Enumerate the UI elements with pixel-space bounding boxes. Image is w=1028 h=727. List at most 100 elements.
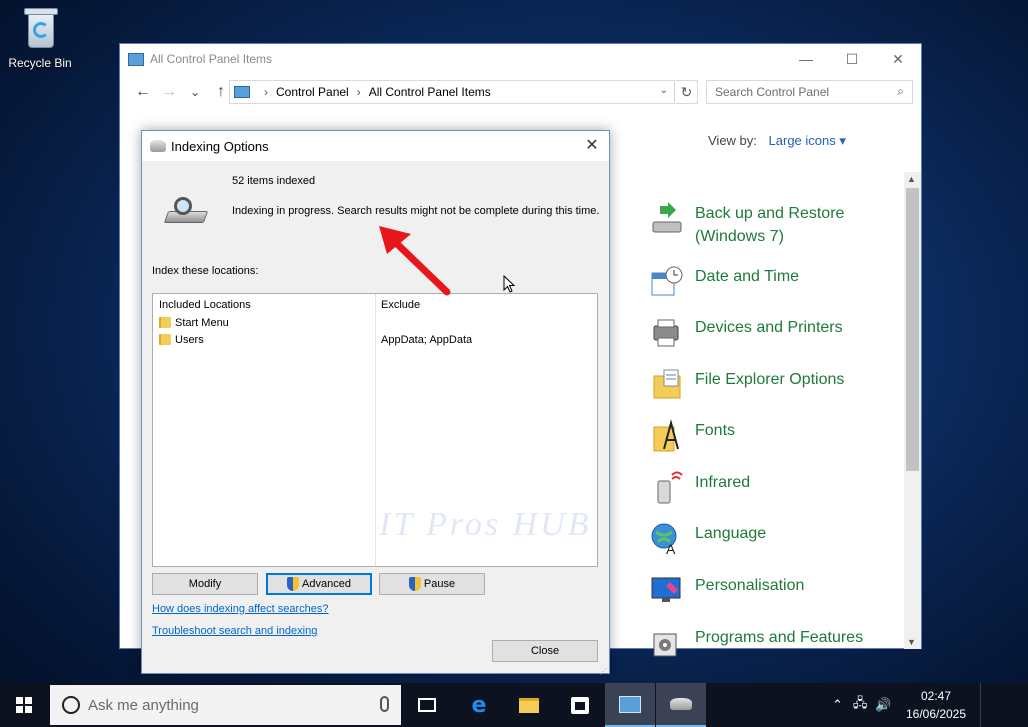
volume-icon[interactable]: 🔊: [875, 697, 891, 713]
advanced-button[interactable]: Advanced: [266, 573, 372, 595]
search-placeholder: Search Control Panel: [715, 85, 830, 99]
show-desktop-button[interactable]: [980, 683, 1028, 727]
cp-item-language[interactable]: A Language: [650, 522, 900, 556]
breadcrumb-chevron-icon: ›: [356, 85, 361, 99]
view-by-dropdown[interactable]: Large icons ▾: [769, 133, 846, 148]
view-by-label: View by:: [708, 133, 757, 148]
cp-item-personalisation[interactable]: Personalisation: [650, 574, 900, 608]
table-row[interactable]: Start Menu: [153, 315, 597, 332]
pause-label: Pause: [423, 578, 456, 590]
uac-shield-icon: [287, 577, 300, 591]
address-bar[interactable]: › Control Panel › All Control Panel Item…: [229, 80, 675, 104]
cortana-icon: [62, 696, 80, 714]
date-time-icon: [651, 266, 683, 296]
clock-date: 16/06/2025: [905, 707, 967, 721]
row-location: Users: [175, 334, 204, 346]
taskbar-search-placeholder: Ask me anything: [88, 696, 199, 714]
close-dialog-button[interactable]: Close: [492, 640, 598, 662]
windows-logo-icon: [16, 697, 32, 713]
breadcrumb-control-panel[interactable]: Control Panel: [276, 85, 349, 99]
close-button[interactable]: ✕: [875, 44, 921, 74]
file-explorer-options-icon: [653, 369, 681, 399]
network-icon[interactable]: 🖧: [853, 694, 868, 716]
cp-item-date-time[interactable]: Date and Time: [650, 265, 900, 299]
address-dropdown-icon[interactable]: ⌄: [660, 85, 668, 96]
indexing-status-text: Indexing in progress. Search results mig…: [232, 205, 600, 217]
search-control-panel-input[interactable]: Search Control Panel ⌕: [706, 80, 913, 104]
indexing-options-taskbar-button[interactable]: [656, 683, 706, 727]
taskbar-search-box[interactable]: Ask me anything: [50, 685, 401, 725]
column-included-locations[interactable]: Included Locations: [159, 299, 251, 311]
control-panel-taskbar-button[interactable]: [605, 683, 655, 727]
index-locations-label: Index these locations:: [152, 265, 259, 277]
breadcrumb-chevron-icon: ›: [264, 85, 268, 99]
svg-text:A: A: [666, 541, 676, 556]
control-panel-address-icon: [234, 86, 250, 98]
locations-list[interactable]: Included Locations Exclude Start Menu Us…: [152, 293, 598, 567]
cp-item-label: File Explorer Options: [695, 371, 845, 388]
folder-icon: [159, 334, 171, 345]
cp-item-backup-restore[interactable]: Back up and Restore (Windows 7): [650, 202, 900, 248]
table-row[interactable]: Users AppData; AppData: [153, 332, 597, 349]
column-exclude[interactable]: Exclude: [381, 299, 420, 311]
cp-item-label: Devices and Printers: [695, 319, 843, 336]
minimize-button[interactable]: —: [783, 44, 829, 74]
cp-item-label: Programs and Features: [695, 629, 864, 646]
row-exclude: AppData; AppData: [381, 334, 473, 346]
breadcrumb-all-items[interactable]: All Control Panel Items: [369, 85, 491, 99]
scrollbar-thumb[interactable]: [906, 188, 919, 471]
language-icon: A: [651, 523, 677, 556]
modify-button[interactable]: Modify: [152, 573, 258, 595]
cp-item-label: Personalisation: [695, 577, 805, 594]
cp-item-label: Back up and Restore (Windows 7): [695, 205, 845, 245]
pause-button[interactable]: Pause: [379, 573, 485, 595]
indexing-drive-icon: [163, 197, 209, 227]
recycle-bin-desktop-icon[interactable]: Recycle Bin: [4, 4, 76, 70]
file-explorer-icon: [519, 697, 539, 713]
chevron-up-icon[interactable]: ⌃: [832, 697, 843, 713]
control-panel-icon: [128, 52, 144, 66]
annotation-arrow-icon: [379, 226, 451, 296]
task-view-button[interactable]: [402, 683, 452, 727]
scroll-down-icon[interactable]: ▼: [907, 637, 916, 647]
store-icon: [571, 696, 589, 714]
cp-item-programs-features[interactable]: Programs and Features: [650, 626, 900, 660]
control-panel-title: All Control Panel Items: [150, 52, 273, 66]
advanced-label: Advanced: [302, 578, 351, 590]
dialog-titlebar: Indexing Options: [142, 131, 609, 161]
modify-label: Modify: [188, 578, 222, 590]
microphone-icon[interactable]: [380, 696, 389, 712]
view-by: View by: Large icons ▾: [708, 133, 846, 149]
forward-button[interactable]: →: [156, 83, 182, 101]
maximize-button[interactable]: ☐: [829, 44, 875, 74]
troubleshoot-link[interactable]: Troubleshoot search and indexing: [152, 625, 317, 637]
cp-item-fonts[interactable]: Fonts: [650, 419, 900, 453]
edge-icon: e: [471, 692, 487, 718]
recycle-bin-icon: [20, 4, 60, 52]
scroll-up-icon[interactable]: ▲: [907, 174, 916, 184]
recent-locations-button[interactable]: ⌄: [182, 85, 208, 99]
indexing-options-taskbar-icon: [670, 698, 692, 710]
cp-item-label: Language: [695, 525, 767, 542]
taskbar: Ask me anything e ⌃ 🖧 🔊 02:47 16/06/2025: [0, 683, 1028, 727]
uac-shield-icon: [408, 577, 421, 591]
indexing-options-dialog: Indexing Options ✕ 52 items indexed Inde…: [141, 130, 610, 676]
cp-item-infrared[interactable]: Infrared: [650, 471, 900, 505]
system-clock[interactable]: 02:47 16/06/2025: [894, 687, 978, 723]
cp-item-file-explorer-options[interactable]: File Explorer Options: [650, 368, 900, 402]
store-taskbar-button[interactable]: [555, 683, 605, 727]
back-button[interactable]: ←: [130, 83, 156, 101]
cp-item-devices-printers[interactable]: Devices and Printers: [650, 316, 900, 350]
control-panel-scrollbar[interactable]: ▲ ▼: [904, 172, 921, 649]
recycle-bin-label: Recycle Bin: [8, 56, 72, 70]
fonts-icon: [653, 419, 679, 452]
clock-time: 02:47: [920, 689, 952, 703]
file-explorer-taskbar-button[interactable]: [504, 683, 554, 727]
start-button[interactable]: [0, 683, 48, 727]
how-indexing-link[interactable]: How does indexing affect searches?: [152, 603, 329, 615]
refresh-button[interactable]: ↻: [676, 80, 698, 104]
dialog-close-button[interactable]: ✕: [575, 131, 609, 161]
edge-taskbar-button[interactable]: e: [454, 683, 504, 727]
control-panel-taskbar-icon: [619, 695, 641, 713]
task-view-icon: [418, 698, 436, 712]
